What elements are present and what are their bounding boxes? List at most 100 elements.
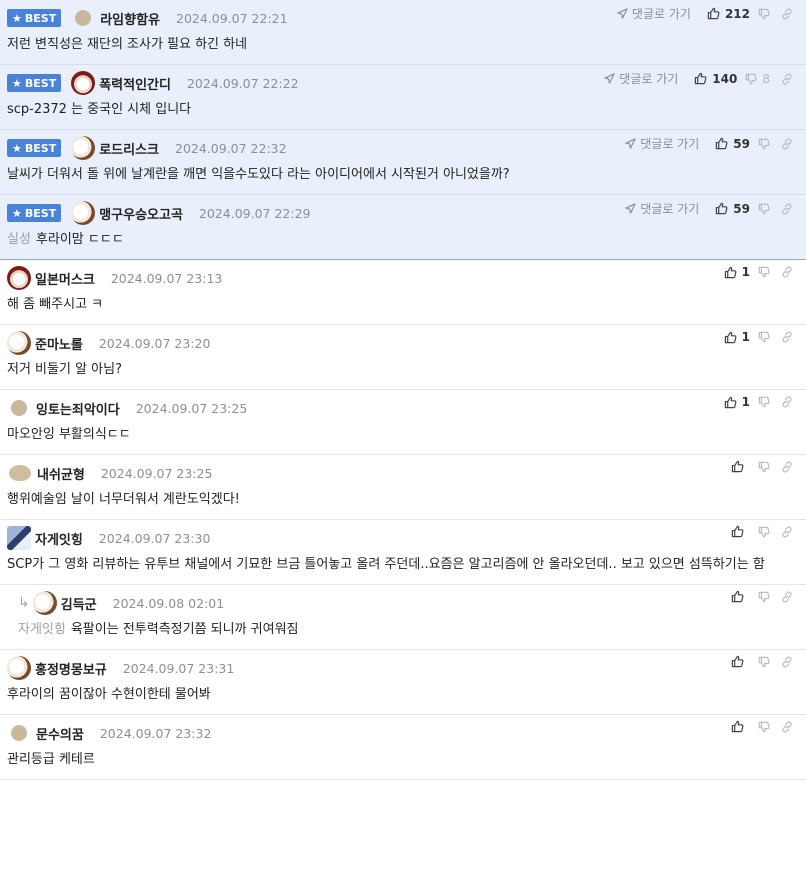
share-link-button[interactable] — [776, 656, 798, 668]
timestamp: 2024.09.07 23:31 — [122, 660, 235, 676]
nickname[interactable]: 로드리스크 — [99, 139, 159, 158]
dislike-button[interactable] — [758, 138, 770, 150]
timestamp: 2024.09.07 22:22 — [186, 75, 299, 91]
share-link-button[interactable] — [776, 266, 798, 278]
share-link-button[interactable] — [776, 721, 798, 733]
thumbs-down-icon — [758, 138, 770, 149]
share-link-button[interactable] — [776, 461, 798, 473]
star-icon: ★ — [12, 206, 22, 220]
like-button[interactable]: 1 — [724, 330, 750, 344]
comment-actions — [731, 460, 798, 473]
comment-body: 날씨가 더워서 돌 위에 날계란을 깨면 익을수도있다 라는 아이디어에서 시작… — [7, 167, 510, 182]
mention[interactable]: 실성 — [7, 232, 31, 247]
avatar[interactable] — [71, 71, 96, 95]
comment-header: 내쉬균형 2024.09.07 23:25 — [7, 462, 799, 484]
go-to-comment-link[interactable]: 댓글로 가기 — [625, 200, 699, 217]
like-button[interactable] — [731, 525, 744, 538]
comment-item: 홍정명몽보규 2024.09.07 23:31 후라이의 꿈이잖아 수현이한테 … — [0, 650, 806, 715]
avatar-placeholder[interactable] — [9, 465, 31, 481]
avatar-placeholder[interactable] — [11, 400, 27, 416]
like-button[interactable] — [731, 655, 744, 668]
avatar-placeholder[interactable] — [75, 10, 92, 26]
thumbs-down-icon — [758, 721, 770, 732]
comment-header: 잉토는죄악이다 2024.09.07 23:25 — [7, 397, 799, 419]
dislike-button[interactable] — [758, 461, 770, 473]
dislike-button[interactable] — [758, 721, 770, 733]
comment-actions — [731, 590, 798, 603]
avatar[interactable] — [71, 136, 96, 160]
avatar[interactable] — [7, 331, 31, 355]
dislike-button[interactable] — [758, 203, 770, 215]
like-button[interactable] — [731, 720, 744, 733]
avatar[interactable] — [71, 201, 96, 225]
go-to-comment-link[interactable]: 댓글로 가기 — [604, 70, 678, 87]
nickname[interactable]: 홍정명몽보규 — [35, 659, 107, 678]
dislike-button[interactable] — [758, 8, 770, 20]
link-icon — [782, 721, 792, 732]
dislike-button[interactable]: 8 — [745, 72, 770, 86]
thumbs-up-icon — [716, 137, 728, 150]
nickname[interactable]: 일본머스크 — [35, 269, 95, 288]
comment-text: scp-2372 는 중국인 시체 입니다 — [7, 94, 799, 129]
share-link-button[interactable] — [776, 526, 798, 538]
dislike-count: 8 — [762, 71, 770, 86]
nickname[interactable]: 문수의꿈 — [36, 724, 84, 743]
like-button[interactable] — [731, 460, 744, 473]
avatar[interactable] — [7, 266, 31, 290]
nickname[interactable]: 폭력적인간디 — [99, 74, 171, 93]
nickname[interactable]: 맹구우승오고곡 — [99, 204, 183, 223]
dislike-button[interactable] — [758, 266, 770, 278]
like-count: 1 — [741, 395, 750, 409]
comment-item: 내쉬균형 2024.09.07 23:25 행위예술임 날이 너무더워서 계란도… — [0, 455, 806, 520]
share-link-button[interactable] — [776, 8, 798, 20]
avatar[interactable] — [7, 526, 31, 550]
thumbs-down-icon — [758, 396, 770, 408]
nickname[interactable]: 잉토는죄악이다 — [36, 399, 120, 418]
like-button[interactable]: 59 — [715, 202, 750, 216]
like-button[interactable]: 1 — [724, 395, 750, 409]
share-link-button[interactable] — [776, 591, 798, 603]
share-link-button[interactable] — [776, 138, 798, 150]
comment-body: 저런 변직성은 재단의 조사가 필요 하긴 하네 — [7, 37, 248, 52]
nickname[interactable]: 준마노롤 — [35, 334, 83, 353]
dislike-button[interactable] — [758, 656, 770, 668]
mention[interactable]: 자게잇힝 — [18, 622, 66, 637]
like-button[interactable]: 59 — [715, 137, 750, 151]
comment-actions: 1 — [724, 395, 798, 409]
like-button[interactable] — [731, 590, 744, 603]
comment-body: 해 좀 빼주시고 ㅋ — [7, 297, 104, 312]
dislike-button[interactable] — [758, 591, 770, 603]
go-to-comment-label: 댓글로 가기 — [640, 137, 700, 151]
star-icon: ★ — [12, 141, 22, 155]
avatar[interactable] — [7, 656, 31, 680]
thumbs-up-icon — [724, 266, 737, 278]
comment-list: ★ BEST 라임향함유 2024.09.07 22:21 댓글로 가기 212 … — [0, 0, 806, 780]
like-button[interactable]: 212 — [707, 7, 750, 21]
go-to-comment-link[interactable]: 댓글로 가기 — [625, 135, 699, 152]
avatar-placeholder[interactable] — [11, 725, 27, 741]
timestamp: 2024.09.07 23:13 — [110, 270, 223, 286]
avatar[interactable] — [32, 591, 57, 615]
like-count: 59 — [733, 201, 750, 216]
comment-body: 육팔이는 전투력측정기쯤 되니까 귀여워짐 — [70, 622, 299, 637]
dislike-button[interactable] — [758, 331, 770, 343]
like-button[interactable]: 1 — [724, 265, 750, 279]
like-button[interactable]: 140 — [694, 72, 737, 86]
share-link-button[interactable] — [776, 73, 798, 85]
timestamp: 2024.09.07 23:30 — [98, 530, 211, 546]
nickname[interactable]: 라임향함유 — [100, 9, 160, 28]
thumbs-down-icon — [758, 526, 770, 537]
dislike-button[interactable] — [758, 396, 770, 408]
nickname[interactable]: 김득군 — [61, 594, 97, 613]
comment-header: 홍정명몽보규 2024.09.07 23:31 — [7, 656, 799, 680]
go-to-comment-link[interactable]: 댓글로 가기 — [617, 5, 691, 22]
nickname[interactable]: 자게잇힝 — [35, 529, 83, 548]
comment-text: 자게잇힝 육팔이는 전투력측정기쯤 되니까 귀여워짐 — [18, 614, 799, 649]
share-link-button[interactable] — [776, 203, 798, 215]
comment-header: 문수의꿈 2024.09.07 23:32 — [7, 722, 799, 744]
link-icon — [782, 8, 792, 19]
nickname[interactable]: 내쉬균형 — [37, 464, 85, 483]
share-link-button[interactable] — [776, 331, 798, 343]
dislike-button[interactable] — [758, 526, 770, 538]
share-link-button[interactable] — [776, 396, 798, 408]
